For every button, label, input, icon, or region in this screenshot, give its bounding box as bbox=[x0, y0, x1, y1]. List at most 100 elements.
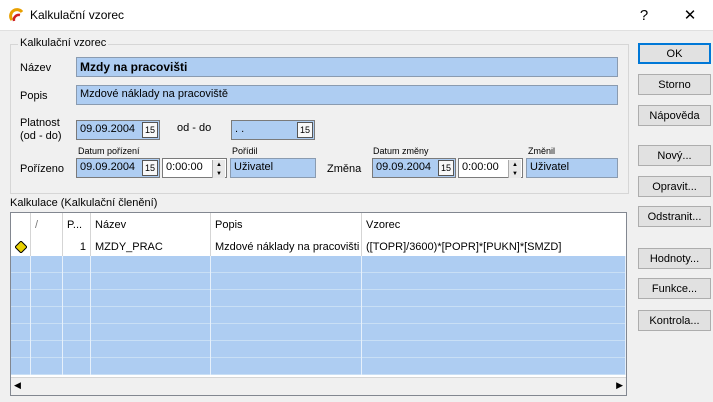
calendar-icon[interactable]: 15 bbox=[297, 122, 313, 138]
empty-cell bbox=[362, 273, 626, 290]
napoveda-button[interactable]: Nápověda bbox=[638, 105, 711, 126]
platnost-label: Platnost bbox=[20, 117, 60, 129]
storno-button[interactable]: Storno bbox=[638, 74, 711, 95]
hodnoty-button[interactable]: Hodnoty... bbox=[638, 248, 711, 269]
empty-cell bbox=[31, 256, 63, 273]
empty-cell bbox=[211, 341, 362, 358]
row-popis-cell: Mzdové náklady na pracovišti bbox=[211, 238, 362, 256]
empty-table-row[interactable] bbox=[11, 307, 626, 324]
poridil-field[interactable]: Uživatel bbox=[230, 158, 316, 178]
popis-label: Popis bbox=[20, 90, 48, 102]
datum-zmeny-value: 09.09.2004 bbox=[376, 161, 432, 173]
empty-cell bbox=[11, 290, 31, 307]
porizeno-label: Pořízeno bbox=[20, 163, 65, 175]
empty-cell bbox=[91, 307, 211, 324]
novy-button[interactable]: Nový... bbox=[638, 145, 711, 166]
grid-col-popis[interactable]: Popis bbox=[211, 213, 362, 238]
empty-table-row[interactable] bbox=[11, 273, 626, 290]
zmenil-field[interactable]: Uživatel bbox=[526, 158, 618, 178]
empty-cell bbox=[362, 307, 626, 324]
cas-porizeni-field[interactable]: 0:00:00 ▲ ▼ bbox=[162, 158, 227, 178]
cas-zmeny-field[interactable]: 0:00:00 ▲ ▼ bbox=[458, 158, 523, 178]
popis-field[interactable]: Mzdové náklady na pracoviště bbox=[76, 85, 618, 105]
empty-cell bbox=[63, 358, 91, 375]
calendar-icon[interactable]: 15 bbox=[142, 122, 158, 138]
spinner-icon[interactable]: ▲ ▼ bbox=[508, 160, 521, 178]
empty-cell bbox=[211, 290, 362, 307]
scroll-left-icon[interactable]: ◀ bbox=[14, 380, 21, 391]
empty-cell bbox=[11, 324, 31, 341]
empty-cell bbox=[362, 290, 626, 307]
opravit-button[interactable]: Opravit... bbox=[638, 176, 711, 197]
empty-cell bbox=[31, 324, 63, 341]
row-flag-cell bbox=[31, 238, 63, 256]
empty-cell bbox=[11, 273, 31, 290]
empty-cell bbox=[63, 307, 91, 324]
calculation-grid[interactable]: / P... Název Popis Vzorec 1 MZDY_PRAC Mz… bbox=[10, 212, 627, 396]
datum-porizeni-label: Datum pořízení bbox=[78, 146, 140, 156]
help-button[interactable]: ? bbox=[621, 0, 667, 30]
empty-table-row[interactable] bbox=[11, 358, 626, 375]
nazev-label: Název bbox=[20, 62, 52, 74]
empty-cell bbox=[63, 324, 91, 341]
platnost-sublabel: (od - do) bbox=[20, 130, 62, 142]
grid-col-vzorec[interactable]: Vzorec bbox=[362, 213, 626, 238]
close-button[interactable]: ✕ bbox=[667, 0, 713, 30]
row-p-cell: 1 bbox=[63, 238, 91, 256]
empty-cell bbox=[91, 324, 211, 341]
empty-cell bbox=[11, 307, 31, 324]
empty-cell bbox=[91, 256, 211, 273]
grid-col-marker[interactable] bbox=[11, 213, 31, 238]
od-do-label: od - do bbox=[177, 122, 212, 134]
spinner-icon[interactable]: ▲ ▼ bbox=[212, 160, 225, 178]
empty-cell bbox=[63, 290, 91, 307]
odstranit-button[interactable]: Odstranit... bbox=[638, 206, 711, 227]
calendar-icon[interactable]: 15 bbox=[438, 160, 454, 176]
empty-cell bbox=[11, 341, 31, 358]
poridil-label: Pořídil bbox=[232, 146, 258, 156]
empty-cell bbox=[91, 273, 211, 290]
empty-cell bbox=[211, 273, 362, 290]
current-row-diamond-icon bbox=[14, 240, 28, 254]
empty-cell bbox=[91, 341, 211, 358]
empty-cell bbox=[11, 358, 31, 375]
platnost-od-field[interactable]: 09.09.2004 15 bbox=[76, 120, 160, 140]
platnost-do-value: . . bbox=[235, 123, 245, 135]
kontrola-button[interactable]: Kontrola... bbox=[638, 310, 711, 331]
horizontal-scrollbar[interactable]: ◀ ▶ bbox=[11, 377, 626, 395]
table-row[interactable]: 1 MZDY_PRAC Mzdové náklady na pracovišti… bbox=[11, 238, 626, 256]
datum-zmeny-label: Datum změny bbox=[373, 146, 429, 156]
empty-table-row[interactable] bbox=[11, 290, 626, 307]
grid-col-p[interactable]: P... bbox=[63, 213, 91, 238]
empty-cell bbox=[11, 256, 31, 273]
app-logo-icon bbox=[9, 8, 24, 22]
calendar-icon[interactable]: 15 bbox=[142, 160, 158, 176]
ok-button[interactable]: OK bbox=[638, 43, 711, 64]
funkce-button[interactable]: Funkce... bbox=[638, 278, 711, 299]
empty-cell bbox=[362, 324, 626, 341]
empty-cell bbox=[362, 358, 626, 375]
empty-cell bbox=[31, 341, 63, 358]
nazev-field[interactable]: Mzdy na pracovišti bbox=[76, 57, 618, 77]
row-vzorec-cell: ([TOPR]/3600)*[POPR]*[PUKN]*[SMZD] bbox=[366, 241, 562, 253]
empty-cell bbox=[31, 273, 63, 290]
empty-cell bbox=[63, 256, 91, 273]
empty-table-row[interactable] bbox=[11, 341, 626, 358]
scroll-right-icon[interactable]: ▶ bbox=[616, 380, 623, 391]
grid-col-nazev[interactable]: Název bbox=[91, 213, 211, 238]
title-bar: Kalkulační vzorec ? ✕ bbox=[0, 0, 713, 31]
empty-cell bbox=[211, 324, 362, 341]
platnost-od-value: 09.09.2004 bbox=[80, 123, 136, 135]
cas-zmeny-value: 0:00:00 bbox=[462, 161, 499, 173]
row-marker-cell bbox=[11, 238, 31, 256]
datum-porizeni-field[interactable]: 09.09.2004 15 bbox=[76, 158, 160, 178]
row-nazev-cell: MZDY_PRAC bbox=[91, 238, 211, 256]
empty-cell bbox=[31, 290, 63, 307]
platnost-do-field[interactable]: . . 15 bbox=[231, 120, 315, 140]
empty-cell bbox=[362, 256, 626, 273]
empty-table-row[interactable] bbox=[11, 324, 626, 341]
grid-col-slash[interactable]: / bbox=[31, 213, 63, 238]
groupbox-title: Kalkulační vzorec bbox=[18, 37, 109, 49]
datum-zmeny-field[interactable]: 09.09.2004 15 bbox=[372, 158, 456, 178]
empty-table-row[interactable] bbox=[11, 256, 626, 273]
